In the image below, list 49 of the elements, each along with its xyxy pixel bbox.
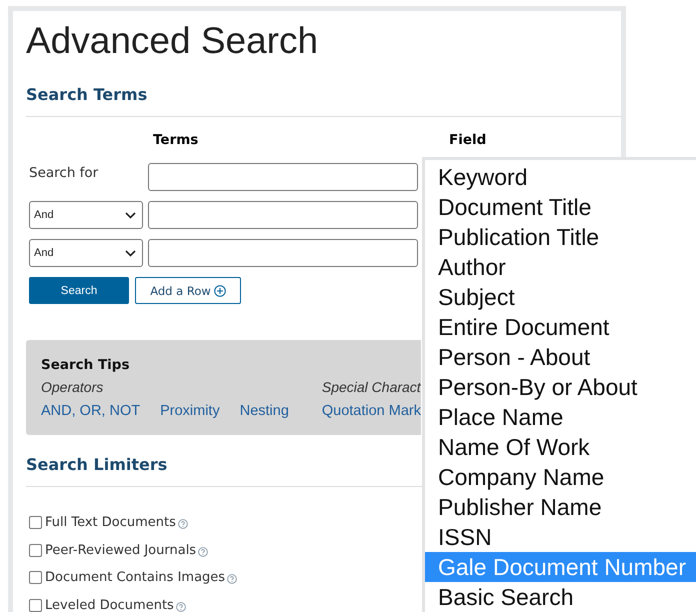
tips-heading: Search Tips bbox=[41, 356, 130, 375]
dropdown-option[interactable]: Person - About bbox=[425, 342, 696, 372]
section-heading: Search Terms bbox=[26, 85, 148, 105]
column-header: Terms bbox=[153, 132, 198, 148]
tip-link[interactable]: Quotation Mark bbox=[322, 401, 421, 421]
help-icon[interactable] bbox=[198, 546, 208, 557]
search-term-field[interactable] bbox=[148, 163, 418, 191]
tips-group-title: Special Charact bbox=[322, 378, 421, 397]
checkbox[interactable] bbox=[29, 544, 42, 557]
checkbox-label: Peer-Reviewed Journals bbox=[45, 542, 196, 558]
help-icon[interactable] bbox=[178, 519, 188, 530]
dropdown-option[interactable]: Basic Search bbox=[425, 582, 696, 612]
dropdown-option[interactable]: Publication Title bbox=[425, 222, 696, 252]
operator-select[interactable]: And bbox=[29, 201, 143, 229]
page-title: Advanced Search bbox=[26, 19, 320, 63]
section-heading: Search Limiters bbox=[26, 455, 168, 475]
add-row-button[interactable]: Add a Row bbox=[135, 277, 241, 304]
dropdown-option[interactable]: Entire Document bbox=[425, 312, 696, 342]
tip-link[interactable]: Nesting bbox=[240, 401, 289, 421]
help-icon[interactable] bbox=[176, 602, 186, 612]
dropdown-option[interactable]: Name Of Work bbox=[425, 432, 696, 462]
tip-link[interactable]: Proximity bbox=[160, 401, 220, 421]
dropdown-option[interactable]: Author bbox=[425, 252, 696, 282]
dropdown-option[interactable]: Keyword bbox=[425, 162, 696, 192]
help-icon[interactable] bbox=[227, 574, 238, 584]
column-header: Field bbox=[449, 132, 486, 148]
dropdown-option[interactable]: Subject bbox=[425, 282, 696, 312]
plus-circle-icon bbox=[214, 284, 226, 296]
dropdown-option[interactable]: Publisher Name bbox=[425, 492, 696, 522]
row-label: Search for bbox=[28, 164, 100, 183]
checkbox-label: Document Contains Images bbox=[45, 570, 226, 586]
chevron-down-icon bbox=[125, 212, 136, 218]
checkbox[interactable] bbox=[29, 571, 42, 584]
dropdown-option[interactable]: Company Name bbox=[425, 462, 696, 492]
chevron-down-icon bbox=[125, 250, 136, 256]
checkbox-label: Leveled Documents bbox=[45, 598, 174, 612]
tip-link[interactable]: AND, OR, NOT bbox=[41, 401, 140, 421]
checkbox[interactable] bbox=[29, 598, 42, 612]
checkbox-label: Full Text Documents bbox=[45, 515, 176, 530]
operator-select[interactable]: And bbox=[29, 239, 143, 267]
dropdown-option[interactable]: Document Title bbox=[425, 192, 696, 222]
search-button[interactable]: Search bbox=[29, 277, 129, 304]
dropdown-option[interactable]: ISSN bbox=[425, 522, 696, 552]
dropdown-option[interactable]: Place Name bbox=[425, 402, 696, 432]
search-term-field[interactable] bbox=[148, 201, 418, 229]
tips-group-title: Operators bbox=[41, 378, 104, 397]
search-term-field[interactable] bbox=[148, 239, 418, 267]
dropdown-option[interactable]: Person-By or About bbox=[425, 372, 696, 402]
checkbox[interactable] bbox=[29, 516, 42, 530]
